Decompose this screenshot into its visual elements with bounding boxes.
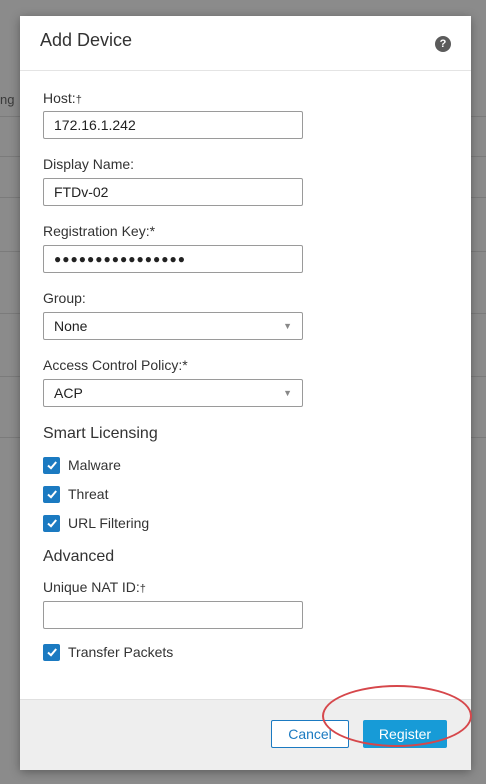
group-select-value: None	[54, 318, 88, 334]
cancel-button[interactable]: Cancel	[271, 720, 349, 748]
malware-option: Malware	[43, 456, 121, 474]
registration-key-input[interactable]: ●●●●●●●●●●●●●●●●	[43, 245, 303, 273]
url-filtering-option: URL Filtering	[43, 514, 149, 532]
checkmark-icon	[46, 519, 57, 528]
dialog-title: Add Device	[40, 30, 133, 50]
advanced-heading: Advanced	[43, 548, 115, 565]
host-label: Host:†	[43, 90, 82, 106]
malware-checkbox[interactable]	[43, 456, 60, 474]
register-button[interactable]: Register	[363, 720, 447, 748]
dagger-marker: †	[139, 583, 146, 595]
unique-nat-id-label: Unique NAT ID:†	[43, 579, 146, 595]
help-icon[interactable]: ?	[435, 36, 451, 52]
dialog-header: Add Device ?	[20, 16, 471, 71]
access-control-policy-select[interactable]: ACP ▼	[43, 379, 303, 407]
threat-checkbox[interactable]	[43, 485, 60, 503]
bg-column-header: ng	[0, 92, 15, 107]
display-name-label: Display Name:	[43, 156, 135, 172]
transfer-packets-option: Transfer Packets	[43, 643, 173, 661]
threat-option: Threat	[43, 485, 108, 503]
host-input[interactable]: 172.16.1.242	[43, 111, 303, 139]
chevron-down-icon: ▼	[283, 388, 292, 398]
registration-key-label: Registration Key:*	[43, 223, 156, 239]
unique-nat-id-input[interactable]	[43, 601, 303, 629]
chevron-down-icon: ▼	[283, 321, 292, 331]
group-label: Group:	[43, 290, 86, 306]
url-filtering-label: URL Filtering	[68, 515, 150, 531]
display-name-input[interactable]: FTDv-02	[43, 178, 303, 206]
checkmark-icon	[46, 648, 57, 657]
access-control-policy-label: Access Control Policy:*	[43, 357, 188, 373]
smart-licensing-heading: Smart Licensing	[43, 425, 158, 442]
transfer-packets-label: Transfer Packets	[68, 644, 174, 660]
access-control-policy-value: ACP	[54, 385, 83, 401]
checkmark-icon	[46, 461, 57, 470]
dialog-footer: Cancel Register	[20, 699, 471, 770]
threat-label: Threat	[68, 486, 109, 502]
url-filtering-checkbox[interactable]	[43, 514, 60, 532]
transfer-packets-checkbox[interactable]	[43, 643, 60, 661]
checkmark-icon	[46, 490, 57, 499]
malware-label: Malware	[68, 457, 121, 473]
add-device-dialog: Add Device ? Host:† 172.16.1.242 Display…	[20, 16, 471, 770]
group-select[interactable]: None ▼	[43, 312, 303, 340]
dagger-marker: †	[75, 94, 82, 106]
